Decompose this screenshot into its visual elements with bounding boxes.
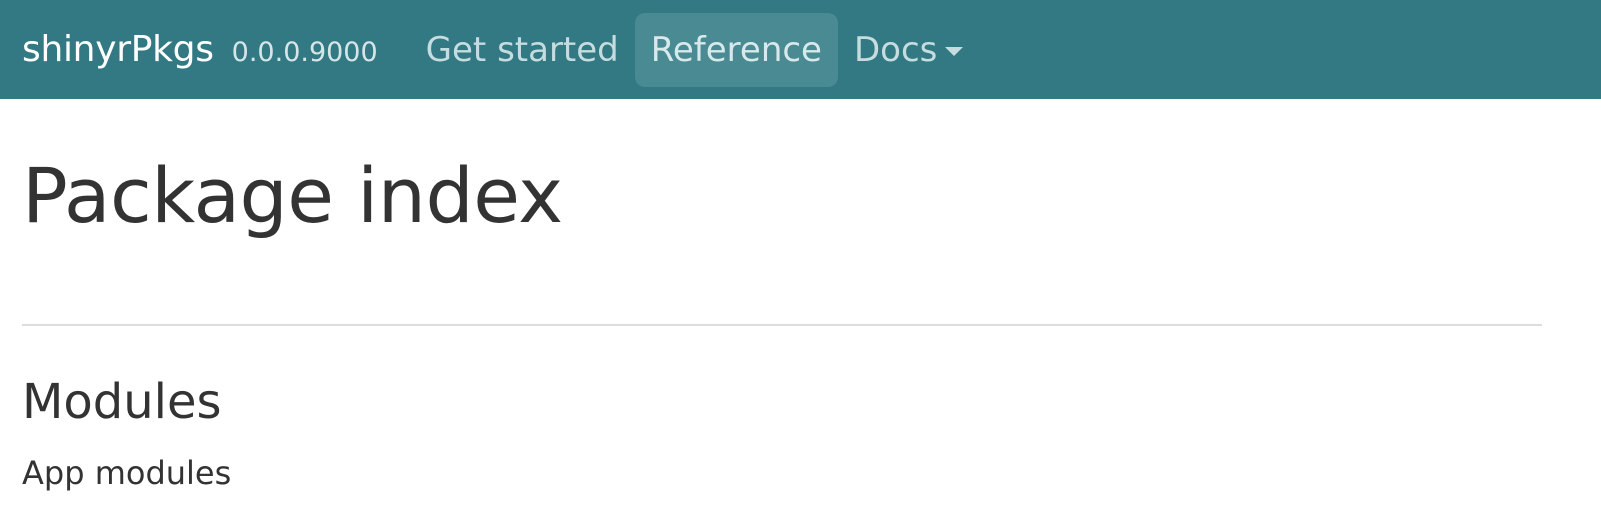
caret-down-icon bbox=[945, 47, 964, 56]
brand-link[interactable]: shinyrPkgs bbox=[22, 31, 214, 68]
nav-get-started[interactable]: Get started bbox=[410, 13, 635, 87]
section-title: Modules bbox=[22, 373, 222, 430]
title-divider bbox=[22, 323, 1542, 326]
section-subtitle: App modules bbox=[22, 454, 232, 493]
nav-docs-label: Docs bbox=[853, 29, 938, 70]
version-label: 0.0.0.9000 bbox=[231, 37, 378, 68]
nav-get-started-label: Get started bbox=[425, 29, 619, 70]
main-content: Package index Modules App modules bbox=[0, 99, 1601, 492]
page-title: Package index bbox=[22, 151, 563, 240]
top-navbar: shinyrPkgs 0.0.0.9000 Get started Refere… bbox=[0, 0, 1601, 99]
nav-reference-label: Reference bbox=[650, 29, 822, 70]
nav-reference[interactable]: Reference bbox=[634, 12, 838, 87]
nav-docs-dropdown[interactable]: Docs bbox=[838, 13, 979, 87]
